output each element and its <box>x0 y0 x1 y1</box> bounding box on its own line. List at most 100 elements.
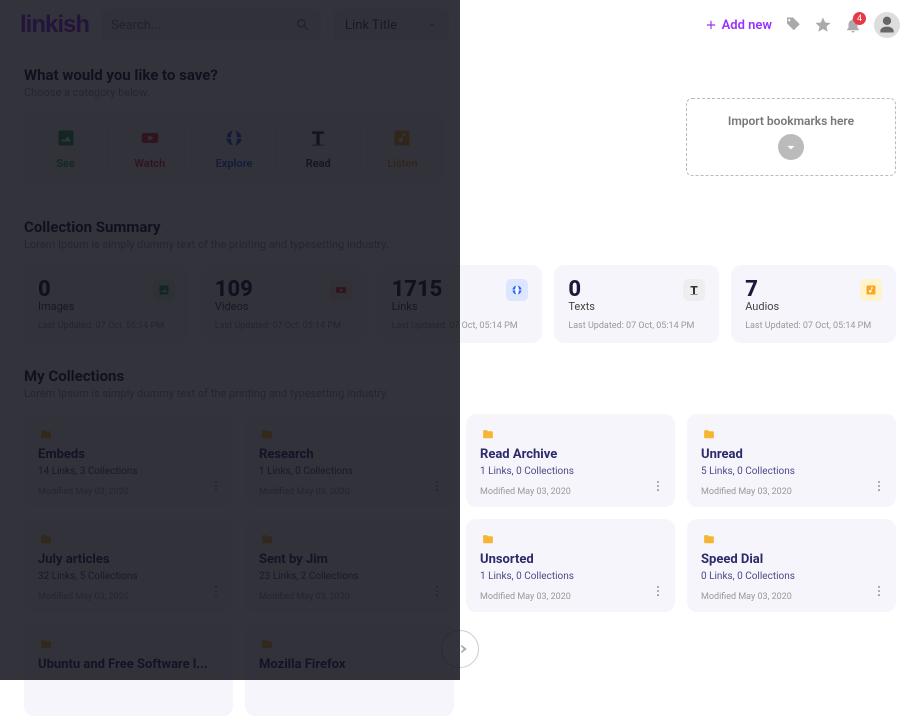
folder-icon <box>480 428 496 441</box>
collection-meta: 1 Links, 0 Collections <box>480 571 661 582</box>
collection-name: Research <box>259 447 440 462</box>
dots-icon <box>209 584 223 598</box>
folder-icon <box>480 533 496 546</box>
next-button[interactable] <box>441 630 479 668</box>
tag-icon <box>784 16 802 34</box>
collection-meta: 5 Links, 0 Collections <box>701 466 882 477</box>
collection-meta: 1 Links, 0 Collections <box>480 466 661 477</box>
folder-icon <box>259 428 275 441</box>
collection-card[interactable]: Speed Dial 0 Links, 0 Collections Modifi… <box>687 519 896 612</box>
summary-badge <box>330 279 352 301</box>
category-row: See Watch Explore Read Listen <box>24 113 444 184</box>
title-dropdown[interactable]: Link Title <box>333 9 449 41</box>
folder-icon <box>38 638 54 651</box>
collection-meta: 32 Links, 5 Collections <box>38 571 219 582</box>
dots-icon <box>430 479 444 493</box>
dots-icon <box>651 584 665 598</box>
collection-card[interactable]: Unread 5 Links, 0 Collections Modified M… <box>687 414 896 507</box>
collection-menu-button[interactable] <box>872 583 886 602</box>
cat-see[interactable]: See <box>24 127 108 170</box>
dots-icon <box>872 584 886 598</box>
cat-explore[interactable]: Explore <box>192 127 276 170</box>
summary-card-links[interactable]: 1715 Links Last Updated: 07 Oct, 05:14 P… <box>378 265 543 343</box>
summary-label: Audios <box>745 300 882 313</box>
summary-sub: Lorem Ipsum is simply dummy text of the … <box>24 238 896 251</box>
plus-icon <box>704 18 718 32</box>
add-new-button[interactable]: Add new <box>704 18 772 33</box>
add-new-label: Add new <box>722 18 772 33</box>
cat-label: Explore <box>216 157 253 170</box>
collection-card[interactable]: Mozilla Firefox <box>245 624 454 716</box>
cat-watch[interactable]: Watch <box>108 127 192 170</box>
collection-menu-button[interactable] <box>209 478 223 497</box>
collection-card[interactable]: Embeds 14 Links, 3 Collections Modified … <box>24 414 233 507</box>
summary-updated: Last Updated: 07 Oct, 05:14 PM <box>215 321 352 331</box>
download-icon <box>784 140 798 154</box>
collection-menu-button[interactable] <box>430 478 444 497</box>
collection-card[interactable]: July articles 32 Links, 5 Collections Mo… <box>24 519 233 612</box>
collection-name: Mozilla Firefox <box>259 657 440 672</box>
notifications-button[interactable]: 4 <box>844 16 862 34</box>
import-label: Import bookmarks here <box>728 114 854 128</box>
collection-menu-button[interactable] <box>209 583 223 602</box>
music-icon <box>392 128 412 148</box>
collection-menu-button[interactable] <box>872 478 886 497</box>
summary-heading: Collection Summary <box>24 218 896 236</box>
collection-modified: Modified May 03, 2020 <box>259 592 440 602</box>
collection-card[interactable]: Sent by Jim 23 Links, 2 Collections Modi… <box>245 519 454 612</box>
summary-updated: Last Updated: 07 Oct, 05:14 PM <box>568 321 705 331</box>
summary-label: Images <box>38 300 175 313</box>
cat-read[interactable]: Read <box>277 127 361 170</box>
video-icon <box>140 128 160 148</box>
text-icon <box>308 128 328 148</box>
summary-row: 0 Images Last Updated: 07 Oct, 05:14 PM … <box>24 265 896 343</box>
folder-icon <box>259 638 275 651</box>
folder-icon <box>701 533 717 546</box>
dots-icon <box>651 479 665 493</box>
summary-card-images[interactable]: 0 Images Last Updated: 07 Oct, 05:14 PM <box>24 265 189 343</box>
collection-meta: 14 Links, 3 Collections <box>38 466 219 477</box>
cat-label: Listen <box>387 157 417 170</box>
favorites-button[interactable] <box>814 16 832 34</box>
tags-button[interactable] <box>784 16 802 34</box>
image-icon <box>56 128 76 148</box>
collection-menu-button[interactable] <box>430 583 444 602</box>
search-input[interactable] <box>111 18 295 33</box>
folder-icon <box>38 533 54 546</box>
dots-icon <box>872 479 886 493</box>
collection-card[interactable]: Ubuntu and Free Software l... <box>24 624 233 716</box>
summary-updated: Last Updated: 07 Oct, 05:14 PM <box>38 321 175 331</box>
summary-badge <box>860 279 882 301</box>
collection-modified: Modified May 03, 2020 <box>480 487 661 497</box>
summary-badge <box>153 279 175 301</box>
import-dropzone[interactable]: Import bookmarks here <box>686 98 896 176</box>
title-dropdown-label: Link Title <box>345 18 397 33</box>
arrow-right-icon <box>451 640 469 658</box>
summary-card-audios[interactable]: 7 Audios Last Updated: 07 Oct, 05:14 PM <box>731 265 896 343</box>
collection-name: Unread <box>701 447 882 462</box>
collection-card[interactable]: Research 1 Links, 0 Collections Modified… <box>245 414 454 507</box>
collection-name: Read Archive <box>480 447 661 462</box>
search-icon <box>295 17 311 33</box>
summary-updated: Last Updated: 07 Oct, 05:14 PM <box>745 321 882 331</box>
summary-label: Videos <box>215 300 352 313</box>
folder-icon <box>701 428 717 441</box>
collection-name: Embeds <box>38 447 219 462</box>
cat-listen[interactable]: Listen <box>361 127 444 170</box>
avatar[interactable] <box>874 12 900 38</box>
collection-card[interactable]: Unsorted 1 Links, 0 Collections Modified… <box>466 519 675 612</box>
collection-modified: Modified May 03, 2020 <box>480 592 661 602</box>
summary-updated: Last Updated: 07 Oct, 05:14 PM <box>392 321 529 331</box>
collection-card[interactable]: Read Archive 1 Links, 0 Collections Modi… <box>466 414 675 507</box>
collection-name: July articles <box>38 552 219 567</box>
summary-card-texts[interactable]: 0 Texts Last Updated: 07 Oct, 05:14 PM <box>554 265 719 343</box>
collection-menu-button[interactable] <box>651 583 665 602</box>
collection-name: Unsorted <box>480 552 661 567</box>
collection-name: Ubuntu and Free Software l... <box>38 657 219 672</box>
collection-menu-button[interactable] <box>651 478 665 497</box>
cat-label: Watch <box>134 157 165 170</box>
collection-name: Sent by Jim <box>259 552 440 567</box>
search-wrap[interactable] <box>101 9 321 41</box>
globe-icon <box>224 128 244 148</box>
summary-card-videos[interactable]: 109 Videos Last Updated: 07 Oct, 05:14 P… <box>201 265 366 343</box>
